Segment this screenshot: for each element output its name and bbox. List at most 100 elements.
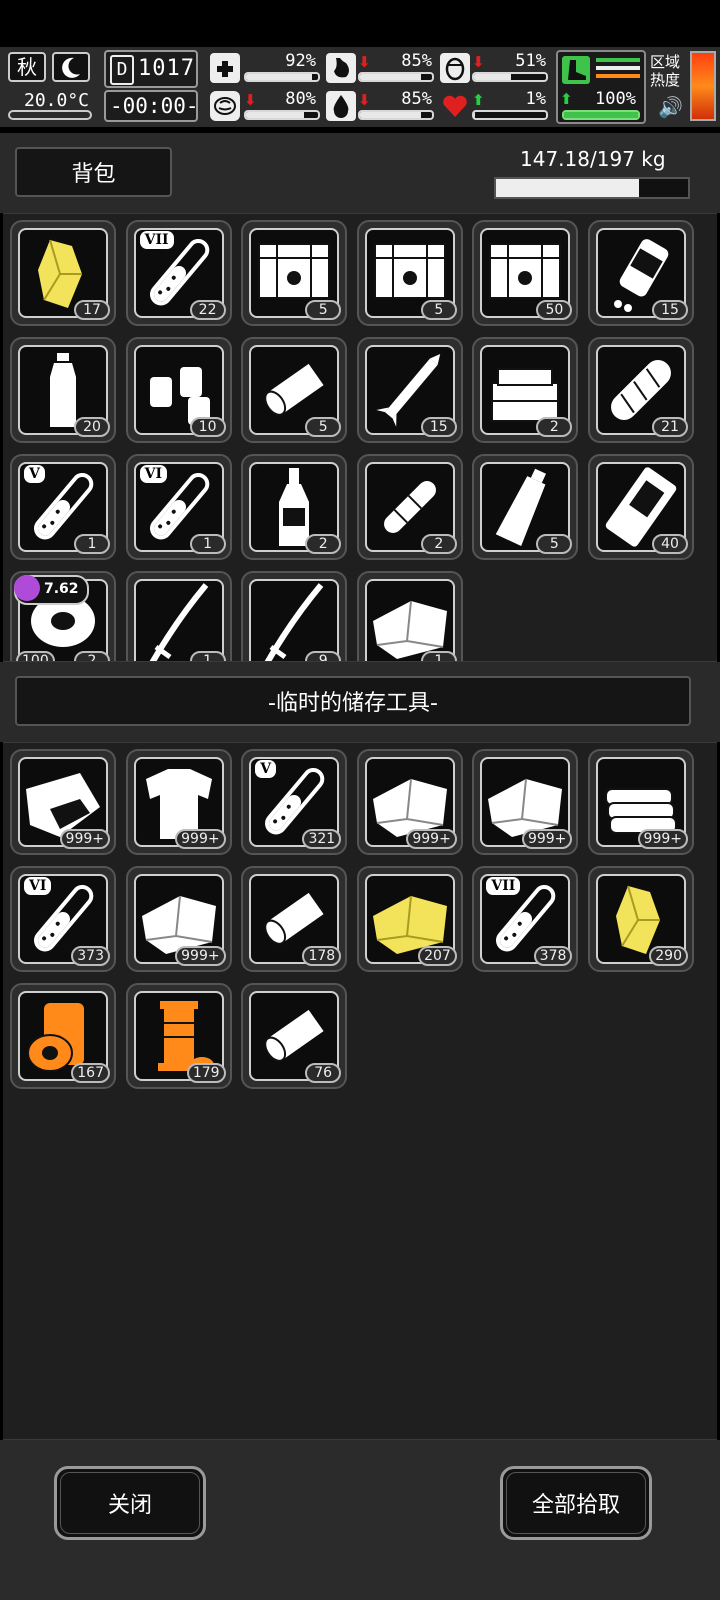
mental-bar (244, 110, 320, 120)
backpack-item-slot[interactable]: 5 (472, 454, 579, 560)
item-count: 373 (71, 946, 110, 966)
stomach-bar (358, 72, 434, 82)
caliber-badge: 7.62 (14, 575, 89, 605)
bladder-down-arrow-icon: ⬇ (472, 53, 485, 71)
clock: -00:00- (104, 90, 199, 122)
item-count: 21 (652, 417, 688, 437)
tier-badge: V (24, 465, 45, 483)
item-count: 22 (189, 300, 226, 320)
zone-heat-label-1: 区域 (650, 53, 681, 71)
season-temperature-panel: 秋 20.0°C (6, 50, 92, 124)
boot-icon (562, 56, 590, 84)
speaker-icon[interactable]: 🔊 (658, 95, 683, 119)
backpack-item-slot[interactable]: 2 (472, 337, 579, 443)
backpack-item-slot[interactable]: 5 (241, 220, 348, 326)
thirst-bar (358, 110, 434, 120)
item-count: 999+ (59, 829, 110, 849)
item-count: 321 (302, 829, 342, 849)
water-drop-icon (326, 91, 356, 121)
backpack-item-slot[interactable]: 17 (10, 220, 116, 326)
storage-item-slot[interactable]: 76 (241, 983, 348, 1089)
storage-item-slot[interactable]: 999+ (10, 749, 116, 855)
storage-item-slot[interactable]: 179 (125, 983, 232, 1089)
item-count: 5 (305, 417, 342, 437)
temperature-text: 20.0°C (24, 90, 90, 111)
stomach-icon (326, 53, 356, 83)
backpack-item-slot[interactable]: 2 (356, 454, 463, 560)
storage-item-slot[interactable]: 999+ (588, 749, 694, 855)
item-count: 999+ (175, 829, 226, 849)
backpack-item-slot[interactable]: 1 (356, 571, 463, 661)
bladder-bar (472, 72, 548, 82)
footer-bar: 关闭 全部拾取 (0, 1440, 720, 1600)
stamina-value: 100% (595, 89, 636, 109)
thermometer-icon (8, 110, 92, 120)
backpack-item-slot[interactable]: 50 (472, 220, 579, 326)
backpack-item-slot[interactable]: V1 (10, 454, 116, 560)
moon-icon (52, 52, 90, 82)
storage-item-slot[interactable]: 207 (356, 866, 463, 972)
item-count: 207 (418, 946, 457, 966)
heart-icon (440, 91, 470, 121)
storage-item-slot[interactable]: VII 378 (472, 866, 579, 972)
storage-item-slot[interactable]: V 321 (241, 749, 348, 855)
heart-value: 1% (525, 89, 546, 109)
backpack-item-slot[interactable]: 10 (125, 337, 232, 443)
backpack-item-slot[interactable]: 5 (241, 337, 348, 443)
weight-bar (494, 177, 690, 199)
item-count: 999+ (175, 946, 226, 966)
backpack-item-slot[interactable]: 15 (588, 220, 694, 326)
backpack-item-slot[interactable]: 5 (356, 220, 463, 326)
storage-item-slot[interactable]: 290 (588, 866, 694, 972)
stamina-bar (562, 110, 640, 120)
storage-item-slot[interactable]: 999+ (472, 749, 579, 855)
ammo-icon (14, 575, 40, 601)
backpack-item-slot[interactable]: 15 (356, 337, 463, 443)
close-button[interactable]: 关闭 (54, 1466, 206, 1540)
backpack-item-slot[interactable]: 2 (241, 454, 348, 560)
katana-icon (133, 579, 224, 661)
backpack-item-slot[interactable]: VII 22 (125, 220, 232, 326)
item-count: 167 (71, 1063, 110, 1083)
tier-badge: V (255, 760, 277, 778)
item-count: 50 (536, 300, 573, 320)
mental-down-arrow-icon: ⬇ (244, 91, 257, 109)
item-count: 999+ (406, 829, 457, 849)
item-count: 378 (533, 946, 573, 966)
item-count: 999+ (521, 829, 573, 849)
backpack-item-slot[interactable]: 40 (588, 454, 694, 560)
stamina-panel: ⬆ 100% (556, 50, 646, 124)
weight-text: 147.18/197 kg (520, 147, 666, 171)
katana-icon (249, 579, 340, 661)
toilet-icon (440, 53, 470, 83)
item-count: 290 (649, 946, 688, 966)
backpack-item-slot[interactable]: 7.62 100 2 (10, 571, 116, 661)
item-count: 1 (189, 651, 226, 661)
storage-item-slot[interactable]: 999+ (125, 866, 232, 972)
storage-item-slot[interactable]: 999+ (356, 749, 463, 855)
item-count: 2 (74, 651, 110, 661)
backpack-item-slot[interactable]: 1 (125, 571, 232, 661)
storage-item-slot[interactable]: 167 (10, 983, 116, 1089)
storage-item-slot[interactable]: VI 373 (10, 866, 116, 972)
storage-header: -临时的储存工具- (0, 662, 720, 742)
brain-icon (210, 91, 240, 121)
backpack-item-slot[interactable]: 9 (241, 571, 348, 661)
item-count: 2 (305, 534, 342, 554)
storage-item-slot[interactable]: 178 (241, 866, 348, 972)
thirst-value: 85% (401, 89, 432, 109)
backpack-item-slot[interactable]: 20 (10, 337, 116, 443)
backpack-grid: 17 VII 22 5 5 50 15 20 10 5 15 2 21 V 1 VI 1 2 2 5 40 7.62 100… (3, 213, 717, 662)
storage-grid: 999+ 999+ V 321 999+ 999+ 999+ VI 373 999+ 178 207 V… (3, 742, 717, 1440)
tier-badge: VI (139, 465, 168, 483)
item-count: 17 (74, 300, 110, 320)
tier-badge: VII (486, 877, 521, 895)
backpack-item-slot[interactable]: 21 (588, 337, 694, 443)
stamina-stripe (596, 66, 640, 70)
item-count: 15 (652, 300, 688, 320)
caliber-text: 7.62 (44, 581, 79, 597)
backpack-item-slot[interactable]: VI 1 (125, 454, 232, 560)
health-value: 92% (285, 51, 316, 71)
storage-item-slot[interactable]: 999+ (125, 749, 232, 855)
pick-all-button[interactable]: 全部拾取 (500, 1466, 652, 1540)
